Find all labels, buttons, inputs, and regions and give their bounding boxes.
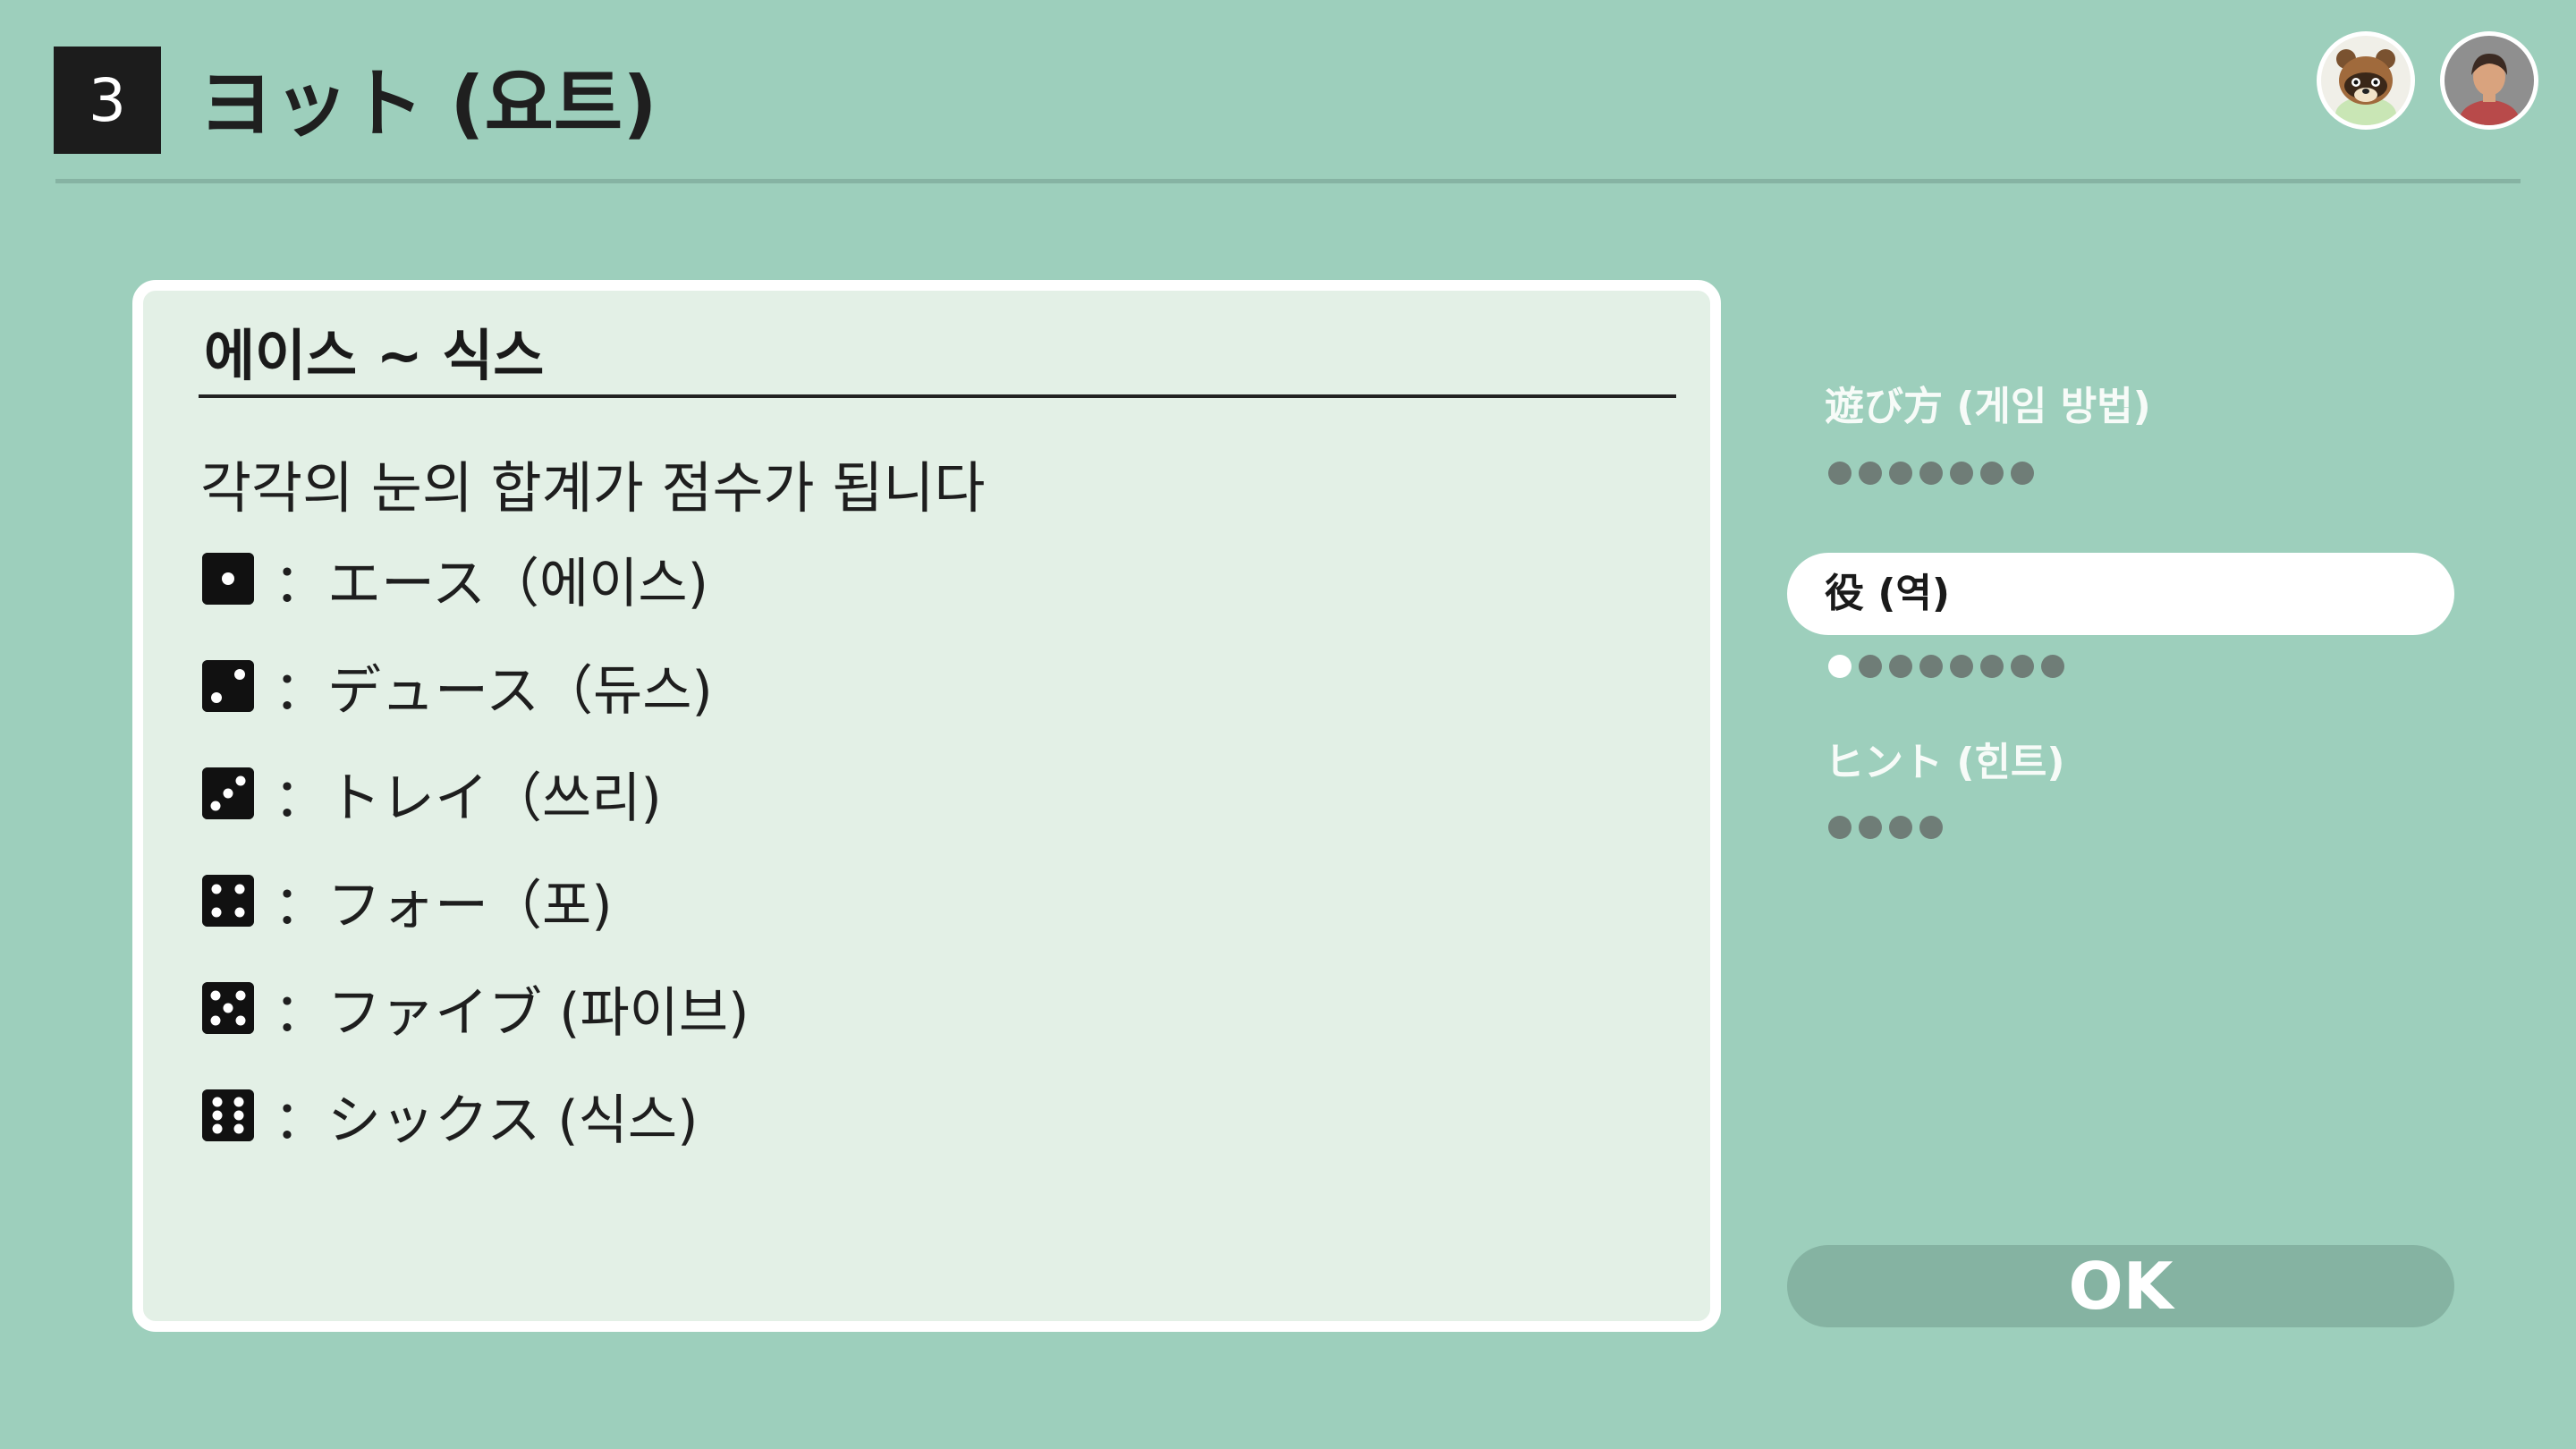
page-dot — [1919, 655, 1943, 678]
card-description: 각각의 눈의 합계가 점수가 됩니다 — [200, 455, 986, 521]
tom-nook-avatar[interactable] — [2317, 31, 2415, 130]
page-dot — [1859, 655, 1882, 678]
face-label: ：シックス (식스) — [274, 1089, 699, 1152]
face-label: ：ファイブ (파이브) — [274, 981, 750, 1045]
face-row-five: ：ファイブ (파이브) — [202, 979, 750, 1045]
face-row-four: ：フォー（포) — [202, 872, 613, 937]
die-three-icon — [202, 767, 254, 819]
page-dot — [2011, 462, 2034, 485]
face-label: ：デュース（듀스) — [274, 659, 713, 723]
ok-button[interactable]: OK — [1787, 1245, 2454, 1327]
menu-item-combinations[interactable]: 役 (역) — [1787, 553, 2454, 635]
die-one-icon — [202, 553, 254, 605]
face-row-ace: ：エース（에이스) — [202, 550, 708, 615]
die-five-icon — [202, 982, 254, 1034]
page-dot — [1919, 462, 1943, 485]
raccoon-icon — [2335, 49, 2396, 125]
page-dot — [1950, 462, 1973, 485]
die-six-icon — [202, 1089, 254, 1141]
page-dot — [2041, 655, 2064, 678]
face-row-trey: ：トレイ（쓰리) — [202, 765, 662, 830]
page-dot — [1889, 655, 1912, 678]
game-title: ヨット (요트) — [199, 60, 657, 148]
page-dot — [1859, 816, 1882, 839]
rules-card: 에이스 ~ 식스 각각의 눈의 합계가 점수가 됩니다 ：エース（에이스) ：デ… — [132, 280, 1721, 1332]
page-dot — [1980, 655, 2004, 678]
page-dots-how-to-play — [1828, 462, 2034, 485]
page-dot — [2011, 655, 2034, 678]
card-heading-underline — [199, 394, 1676, 398]
page-dots-combinations — [1828, 655, 2064, 678]
game-number-badge: 3 — [54, 47, 161, 154]
page-dot — [1828, 462, 1852, 485]
page-dot — [1919, 816, 1943, 839]
page-dot — [1950, 655, 1973, 678]
die-four-icon — [202, 875, 254, 927]
header-divider — [55, 179, 2521, 183]
page-dot — [1828, 655, 1852, 678]
face-label: ：エース（에이스) — [274, 552, 709, 615]
player-avatar[interactable] — [2440, 31, 2538, 130]
yacht-rules-screen: 3 ヨット (요트) 에이스 ~ 식스 각각의 눈의 합계가 점수가 됩니다 ：… — [0, 0, 2576, 1449]
page-dot — [1889, 462, 1912, 485]
face-label: ：フォー（포) — [274, 874, 613, 937]
menu-item-how-to-play[interactable]: 遊び方 (게임 방법) — [1825, 374, 2151, 431]
menu-item-hints[interactable]: ヒント (힌트) — [1825, 730, 2065, 787]
player-icon — [2459, 54, 2520, 125]
face-row-six: ：シックス (식스) — [202, 1087, 699, 1152]
die-two-icon — [202, 660, 254, 712]
page-dot — [1828, 816, 1852, 839]
page-dots-hints — [1828, 816, 1943, 839]
face-row-deuce: ：デュース（듀스) — [202, 657, 713, 723]
page-dot — [1889, 816, 1912, 839]
page-dot — [1980, 462, 2004, 485]
page-dot — [1859, 462, 1882, 485]
face-label: ：トレイ（쓰리) — [274, 767, 662, 830]
card-heading: 에이스 ~ 식스 — [204, 323, 545, 388]
